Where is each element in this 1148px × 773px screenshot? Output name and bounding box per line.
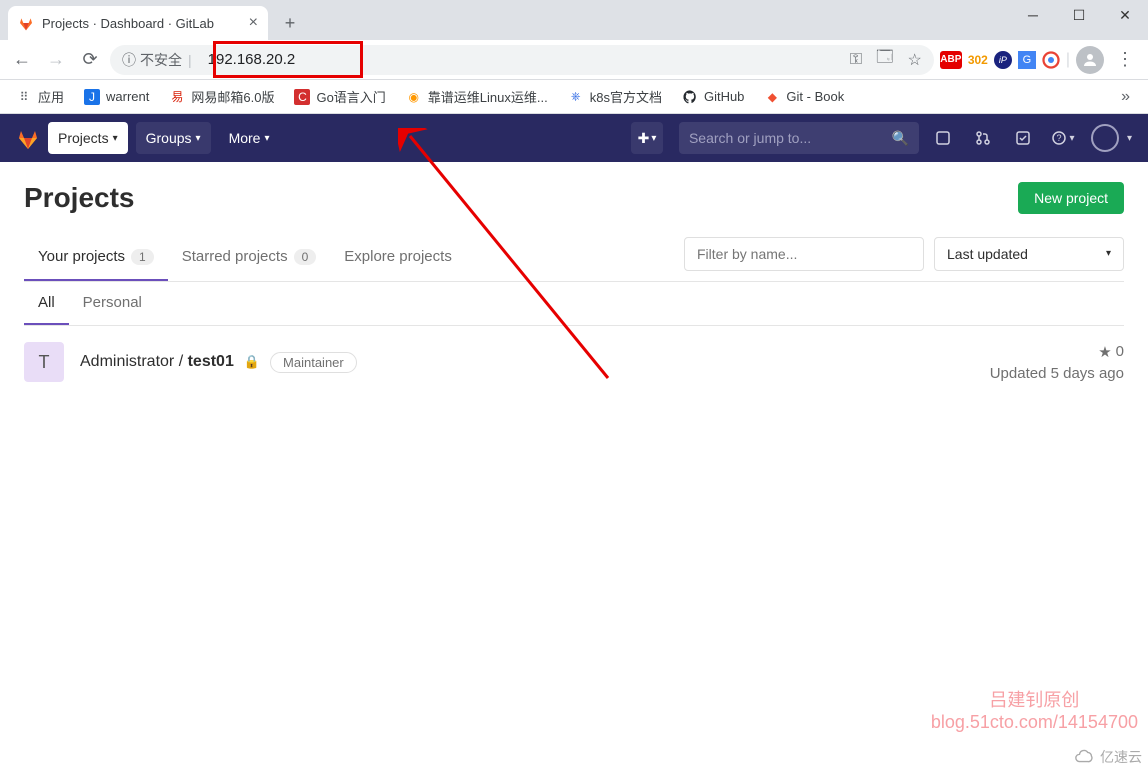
- browser-toolbar: ← → ⟳ ⓘ 不安全 | 192.168.20.2 ⚿ 🗔 ☆ ABP 302…: [0, 40, 1148, 80]
- browser-titlebar: Projects · Dashboard · GitLab × + ─ ☐ ✕: [0, 0, 1148, 40]
- new-tab-button[interactable]: +: [276, 9, 304, 37]
- lock-icon: 🔒: [244, 354, 260, 370]
- star-count: ★0: [990, 343, 1124, 361]
- tab-starred-projects[interactable]: Starred projects0: [168, 234, 331, 281]
- user-avatar-dropdown[interactable]: [1091, 124, 1119, 152]
- todos-icon[interactable]: [1007, 122, 1039, 154]
- watermark: 吕建钊原创 blog.51cto.com/14154700: [931, 686, 1138, 733]
- new-project-button[interactable]: New project: [1018, 182, 1124, 214]
- translate-icon[interactable]: 🗔: [876, 46, 893, 73]
- page-content: Projects New project Your projects1 Star…: [0, 162, 1148, 418]
- bookmark-icon: J: [84, 89, 100, 105]
- maximize-button[interactable]: ☐: [1056, 0, 1102, 30]
- chrome-ext-icon[interactable]: [1042, 51, 1060, 69]
- close-window-button[interactable]: ✕: [1102, 0, 1148, 30]
- groups-dropdown[interactable]: Groups▾: [136, 122, 211, 154]
- project-row[interactable]: T Administrator / test01 🔒 Maintainer ★0…: [24, 326, 1124, 398]
- bookmark-golang[interactable]: CGo语言入门: [286, 83, 393, 110]
- tab-title: Projects · Dashboard · GitLab: [42, 16, 241, 31]
- chevron-down-icon: ▾: [196, 133, 201, 144]
- star-icon[interactable]: ☆: [907, 50, 921, 70]
- bookmark-github[interactable]: GitHub: [674, 85, 752, 109]
- more-dropdown[interactable]: More▾: [219, 122, 280, 154]
- search-placeholder: Search or jump to...: [689, 130, 811, 146]
- chevron-down-icon: ▾: [651, 133, 656, 144]
- star-icon: ★: [1098, 343, 1111, 361]
- cloud-icon: [1074, 748, 1096, 766]
- corner-watermark: 亿速云: [1074, 747, 1142, 767]
- project-avatar: T: [24, 342, 64, 382]
- tab-explore-projects[interactable]: Explore projects: [330, 234, 466, 281]
- bookmark-icon: ⎈: [568, 89, 584, 105]
- git-icon: ◆: [764, 89, 780, 105]
- bookmarks-bar: ⠿应用 Jwarrent 易网易邮箱6.0版 CGo语言入门 ◉靠谱运维Linu…: [0, 80, 1148, 114]
- tab-close-icon[interactable]: ×: [249, 14, 258, 32]
- profile-button[interactable]: [1076, 46, 1104, 74]
- adblock-icon[interactable]: ABP: [940, 51, 962, 69]
- bookmark-icon: 易: [169, 89, 185, 105]
- bookmarks-overflow[interactable]: »: [1111, 88, 1140, 106]
- forward-button[interactable]: →: [42, 46, 70, 74]
- gitlab-header: Projects▾ Groups▾ More▾ ✚▾ Search or jum…: [0, 114, 1148, 162]
- svg-text:?: ?: [1057, 133, 1062, 143]
- gitlab-logo-icon[interactable]: [16, 126, 40, 150]
- ext-count: 302: [968, 53, 988, 67]
- subtab-all[interactable]: All: [24, 282, 69, 325]
- security-indicator[interactable]: ⓘ 不安全 |: [122, 50, 194, 70]
- address-bar[interactable]: ⓘ 不安全 | 192.168.20.2 ⚿ 🗔 ☆: [110, 45, 934, 75]
- gitlab-search-input[interactable]: Search or jump to... 🔍: [679, 122, 919, 154]
- bookmark-icon: ◉: [406, 89, 422, 105]
- filter-input[interactable]: [684, 237, 924, 271]
- chevron-down-icon: ▾: [1106, 248, 1111, 259]
- search-icon: 🔍: [892, 130, 909, 147]
- key-icon[interactable]: ⚿: [850, 51, 862, 69]
- page-title: Projects: [24, 182, 135, 214]
- role-badge: Maintainer: [270, 352, 357, 373]
- security-label: 不安全: [140, 50, 182, 70]
- apps-icon: ⠿: [16, 89, 32, 105]
- bookmark-icon: C: [294, 89, 310, 105]
- subtab-personal[interactable]: Personal: [69, 282, 156, 325]
- tab-your-projects[interactable]: Your projects1: [24, 234, 168, 281]
- sort-dropdown[interactable]: Last updated▾: [934, 237, 1124, 271]
- minimize-button[interactable]: ─: [1010, 0, 1056, 30]
- chevron-down-icon: ▾: [1127, 133, 1132, 144]
- reload-button[interactable]: ⟳: [76, 46, 104, 74]
- back-button[interactable]: ←: [8, 46, 36, 74]
- bookmark-warrent[interactable]: Jwarrent: [76, 85, 157, 109]
- project-tabs: Your projects1 Starred projects0 Explore…: [24, 234, 1124, 282]
- merge-requests-icon[interactable]: [967, 122, 999, 154]
- updated-text: Updated 5 days ago: [990, 365, 1124, 382]
- gitlab-favicon-icon: [18, 15, 34, 31]
- new-dropdown[interactable]: ✚▾: [631, 122, 663, 154]
- bookmark-k8s[interactable]: ⎈k8s官方文档: [560, 83, 670, 110]
- projects-dropdown[interactable]: Projects▾: [48, 122, 128, 154]
- github-icon: [682, 89, 698, 105]
- google-translate-icon[interactable]: G: [1018, 51, 1036, 69]
- project-subtabs: All Personal: [24, 282, 1124, 326]
- browser-tab[interactable]: Projects · Dashboard · GitLab ×: [8, 6, 268, 40]
- url-text: 192.168.20.2: [202, 49, 302, 70]
- info-icon: ⓘ: [122, 50, 136, 70]
- help-dropdown[interactable]: ?▾: [1047, 122, 1079, 154]
- issues-icon[interactable]: [927, 122, 959, 154]
- ip-ext-icon[interactable]: iP: [994, 51, 1012, 69]
- bookmark-apps[interactable]: ⠿应用: [8, 83, 72, 110]
- browser-menu-button[interactable]: ⋮: [1110, 49, 1140, 70]
- chevron-down-icon: ▾: [113, 133, 118, 144]
- bookmark-163mail[interactable]: 易网易邮箱6.0版: [161, 83, 282, 110]
- bookmark-gitbook[interactable]: ◆Git - Book: [756, 85, 852, 109]
- project-path[interactable]: Administrator / test01: [80, 353, 234, 371]
- plus-icon: ✚: [638, 130, 650, 147]
- chevron-down-icon: ▾: [264, 133, 269, 144]
- bookmark-linux[interactable]: ◉靠谱运维Linux运维...: [398, 83, 556, 110]
